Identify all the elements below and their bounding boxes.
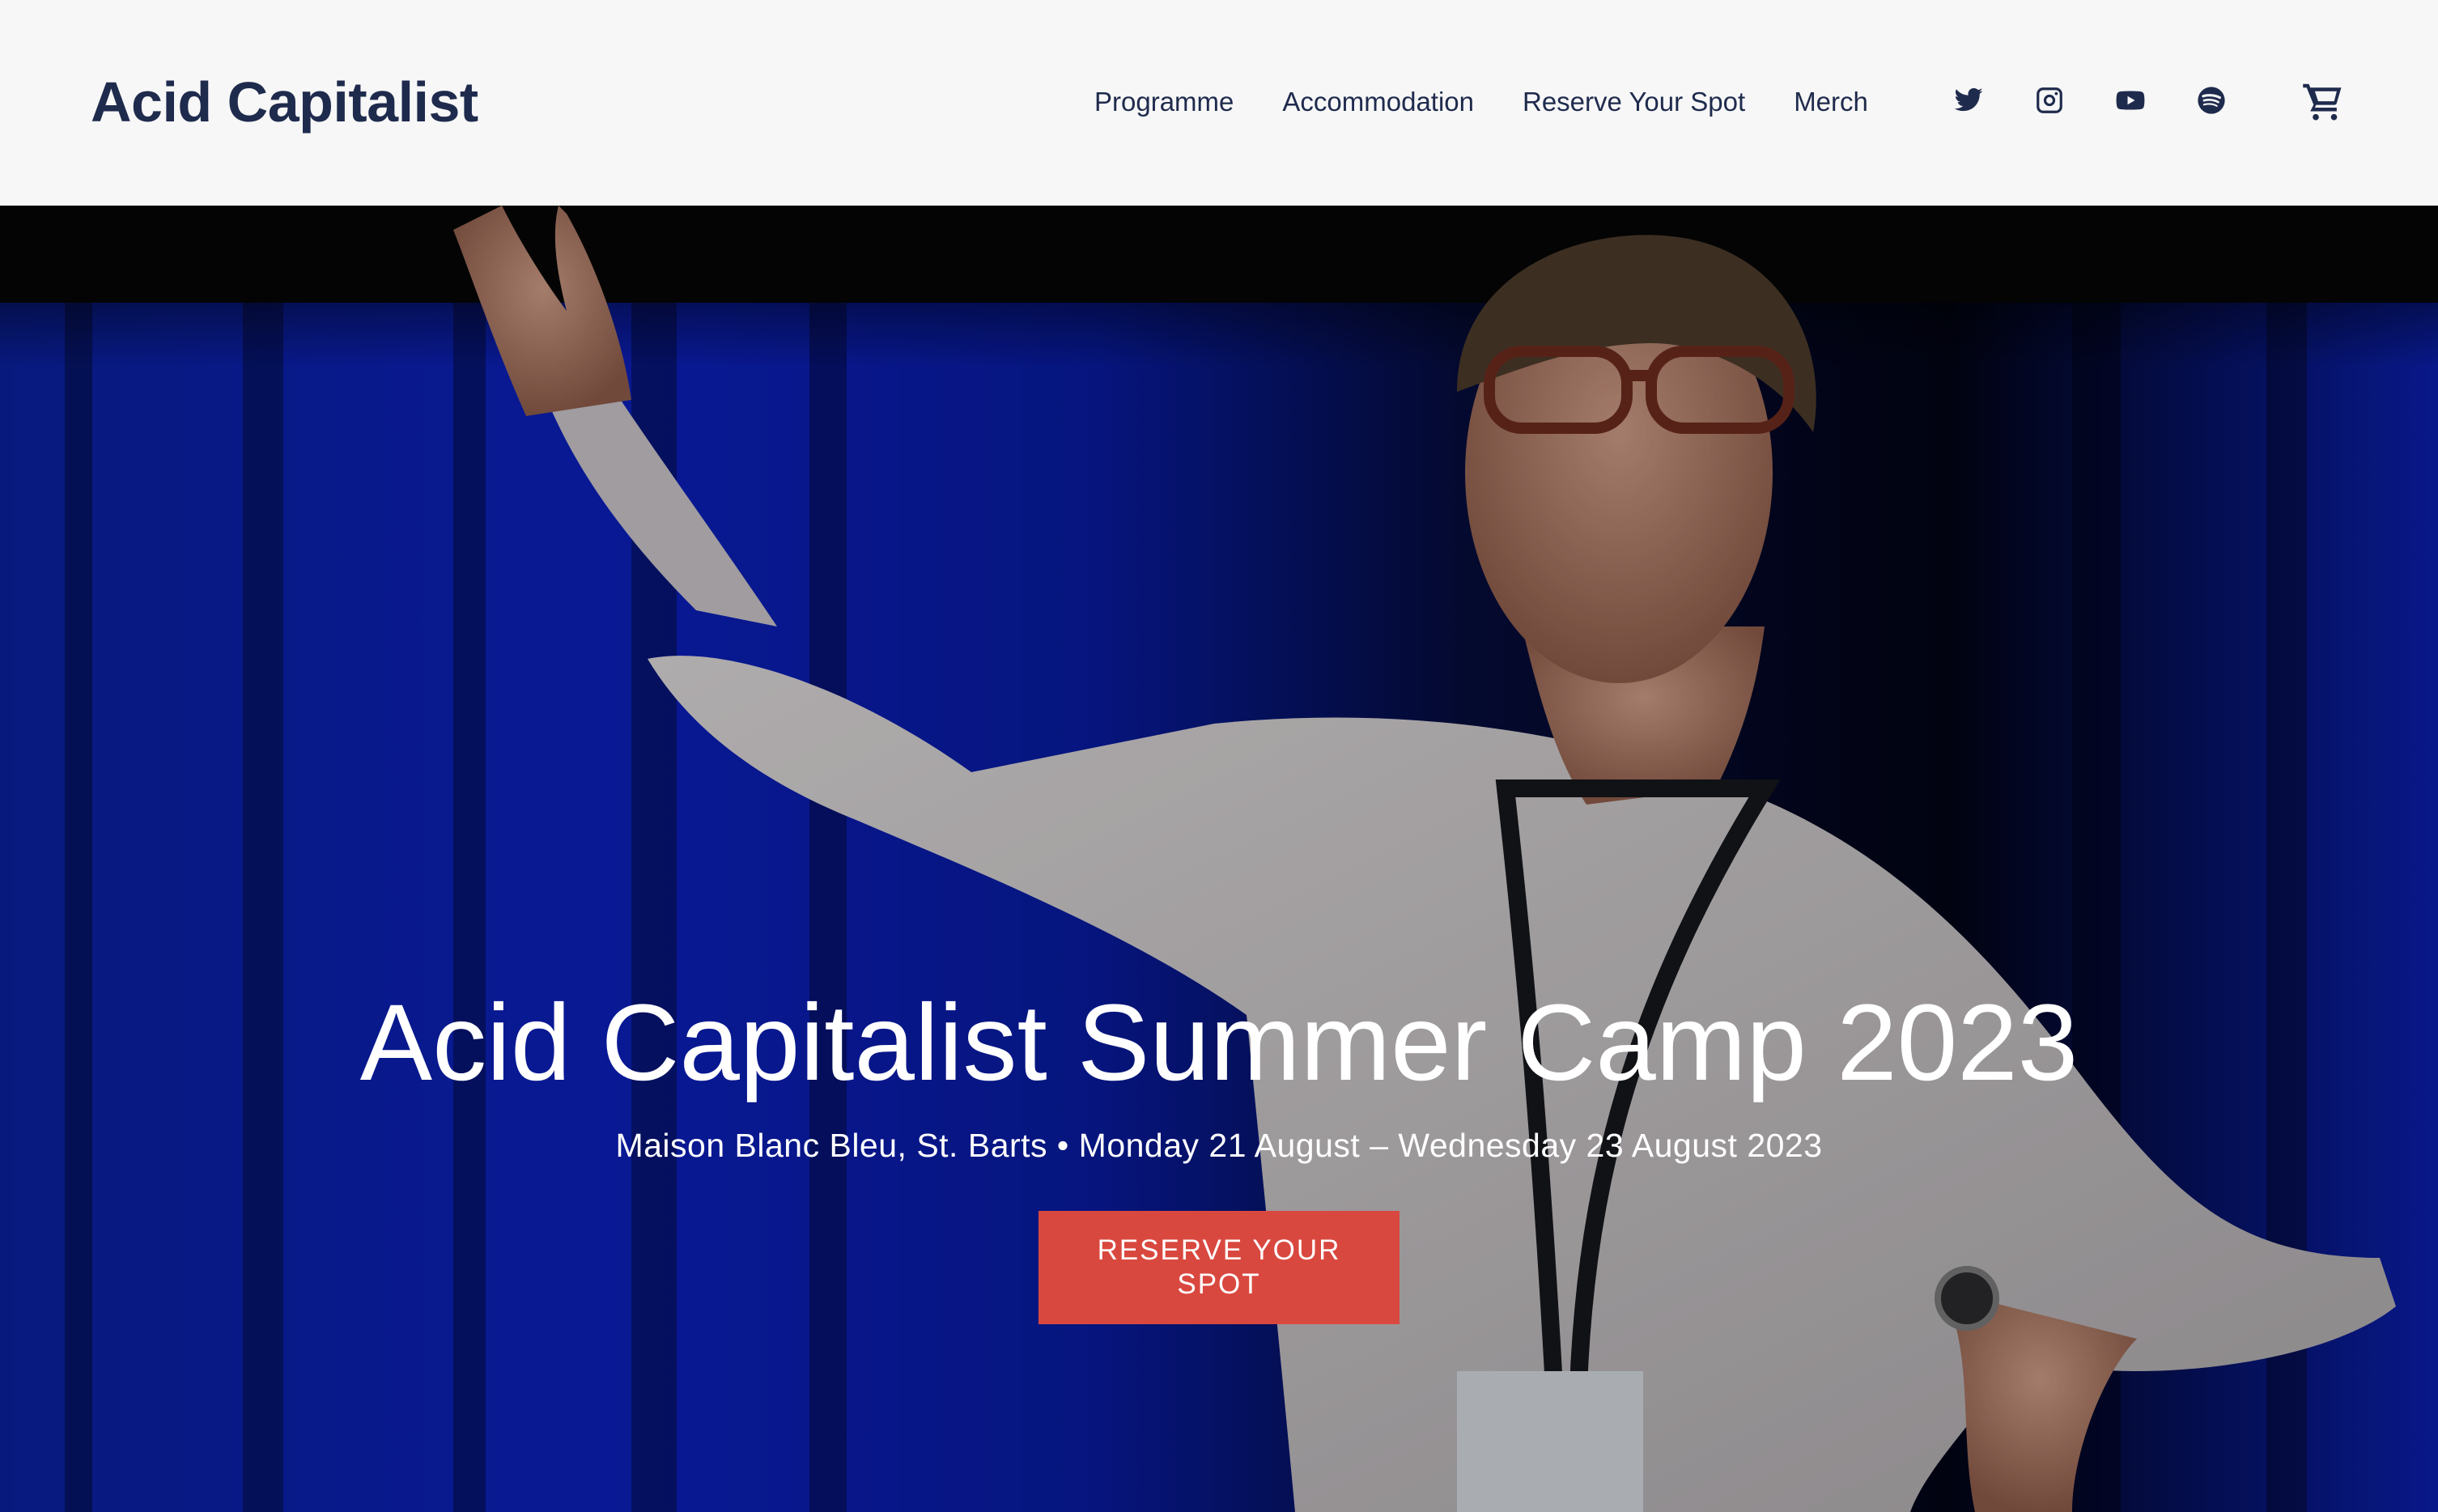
cta-label-line1: RESERVE YOUR xyxy=(1097,1234,1341,1266)
site-header: Acid Capitalist Programme Accommodation … xyxy=(0,0,2438,206)
hero-subtitle: Maison Blanc Bleu, St. Barts • Monday 21… xyxy=(615,1127,1823,1164)
instagram-icon[interactable] xyxy=(2032,83,2067,118)
site-logo[interactable]: Acid Capitalist xyxy=(91,68,478,136)
nav-item-reserve-your-spot[interactable]: Reserve Your Spot xyxy=(1523,83,1745,121)
hero-content: Acid Capitalist Summer Camp 2023 Maison … xyxy=(0,983,2438,1324)
nav-item-merch[interactable]: Merch xyxy=(1794,83,1868,121)
cart-icon[interactable] xyxy=(2300,78,2346,123)
hero-section: Acid Capitalist Summer Camp 2023 Maison … xyxy=(0,206,2438,1512)
spotify-icon[interactable] xyxy=(2194,83,2229,118)
main-nav: Programme Accommodation Reserve Your Spo… xyxy=(1094,83,1868,121)
twitter-icon[interactable] xyxy=(1951,83,1986,118)
hero-title: Acid Capitalist Summer Camp 2023 xyxy=(359,983,2079,1103)
reserve-your-spot-button[interactable]: RESERVE YOUR SPOT xyxy=(1038,1211,1400,1324)
nav-item-accommodation[interactable]: Accommodation xyxy=(1282,83,1474,121)
cta-label-line2: SPOT xyxy=(1177,1268,1261,1300)
nav-item-programme[interactable]: Programme xyxy=(1094,83,1234,121)
social-links xyxy=(1951,83,2229,118)
youtube-icon[interactable] xyxy=(2113,83,2148,118)
